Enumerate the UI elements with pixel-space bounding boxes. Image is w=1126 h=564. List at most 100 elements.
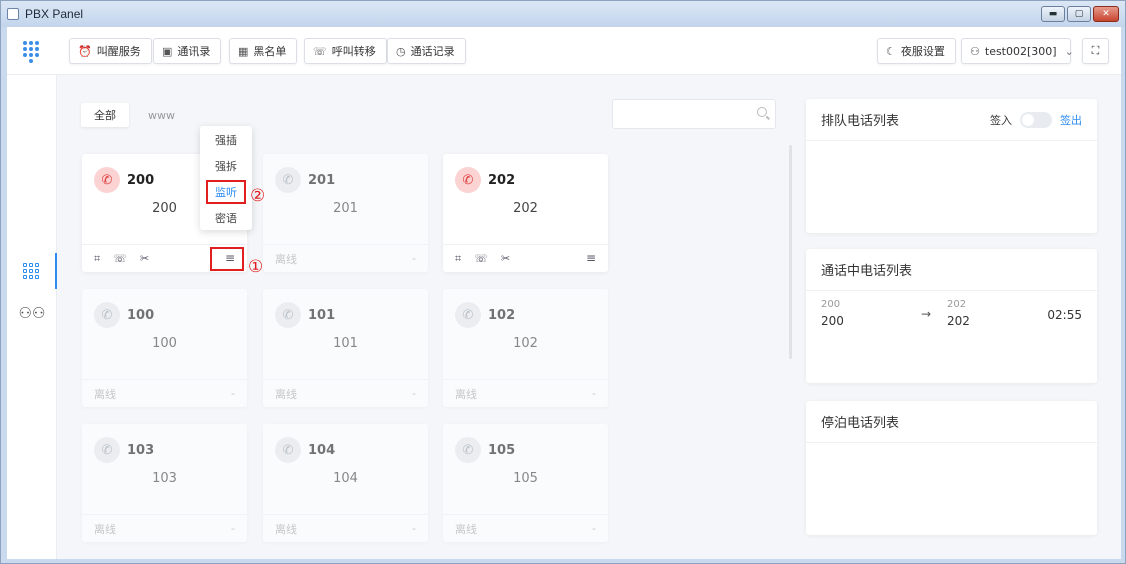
- queue-panel: 排队电话列表 签入 签出: [806, 99, 1097, 233]
- fullscreen-button[interactable]: ⛶: [1082, 38, 1109, 64]
- nav-extensions[interactable]: [7, 253, 57, 289]
- transfer-call-icon[interactable]: ☏: [474, 252, 488, 266]
- active-calls-header: 通话中电话列表: [806, 249, 1097, 291]
- maximize-button[interactable]: ▢: [1067, 6, 1091, 22]
- chevron-down-icon: ⌄: [1064, 44, 1074, 58]
- extension-number: 200: [127, 173, 155, 188]
- extension-card[interactable]: ✆ 105 105 离线 -: [443, 424, 608, 542]
- keypad-icon[interactable]: ⌗: [94, 252, 100, 266]
- extension-card[interactable]: ✆ 202 202 ⌗ ☏ ✂ ≡: [443, 154, 608, 272]
- contacts-icon: ▣: [162, 44, 173, 58]
- call-row[interactable]: 200 200 → 202 202 02:55: [806, 291, 1097, 341]
- hangup-icon[interactable]: ✂: [140, 252, 149, 266]
- phone-idle-icon: ✆: [94, 437, 120, 463]
- user-menu-button[interactable]: ⚇ test002[300] ⌄: [961, 38, 1074, 64]
- wakeup-service-button[interactable]: ⏰ 叫醒服务: [69, 38, 152, 64]
- close-button[interactable]: ✕: [1093, 6, 1119, 22]
- extension-card[interactable]: ✆ 100 100 离线 -: [82, 289, 247, 407]
- tab-www[interactable]: www: [135, 103, 188, 127]
- menu-item-monitor[interactable]: 监听: [206, 180, 246, 204]
- parked-calls-panel: 停泊电话列表: [806, 401, 1097, 535]
- extension-card[interactable]: ✆ 201 201 离线 -: [263, 154, 428, 272]
- card-footer: 离线 -: [443, 514, 608, 542]
- call-history-button[interactable]: ◷ 通话记录: [387, 38, 466, 64]
- night-mode-button[interactable]: ☾ 夜服设置: [877, 38, 956, 64]
- extension-number: 105: [488, 443, 516, 458]
- call-from: 200: [821, 314, 844, 328]
- group-tabs: 全部 www: [81, 103, 188, 127]
- extension-name: 105: [513, 471, 538, 486]
- keypad-icon[interactable]: ⌗: [455, 252, 461, 266]
- extension-card[interactable]: ✆ 103 103 离线 -: [82, 424, 247, 542]
- call-forward-button[interactable]: ☏ 呼叫转移: [304, 38, 387, 64]
- extension-name: 102: [513, 336, 538, 351]
- call-to: 202: [947, 314, 970, 328]
- queue-panel-title: 排队电话列表: [821, 114, 900, 129]
- arrow-right-icon: →: [921, 307, 932, 321]
- title-bar: PBX Panel ▬ ▢ ✕: [1, 1, 1125, 27]
- card-footer: 离线 -: [263, 244, 428, 272]
- signout-link[interactable]: 签出: [1060, 112, 1082, 128]
- card-footer: 离线 -: [263, 379, 428, 407]
- extension-name: 104: [333, 471, 358, 486]
- window-title: PBX Panel: [25, 7, 84, 21]
- status-offline: 离线: [275, 387, 297, 401]
- status-dash: -: [231, 522, 235, 535]
- extension-number: 103: [127, 443, 155, 458]
- fullscreen-icon: ⛶: [1091, 44, 1100, 57]
- signin-toggle[interactable]: [1020, 112, 1052, 128]
- scrollbar[interactable]: [789, 145, 792, 359]
- card-footer: 离线 -: [443, 379, 608, 407]
- minimize-button[interactable]: ▬: [1041, 6, 1065, 22]
- grid-icon: [23, 263, 39, 279]
- users-icon: ⚇⚇: [18, 304, 46, 322]
- transfer-call-icon[interactable]: ☏: [113, 252, 127, 266]
- status-dash: -: [412, 252, 416, 265]
- call-duration: 02:55: [1047, 308, 1082, 322]
- extension-card[interactable]: ✆ 102 102 离线 -: [443, 289, 608, 407]
- extension-name: 101: [333, 336, 358, 351]
- call-to-caption: 202: [947, 299, 967, 310]
- extension-name: 201: [333, 201, 358, 216]
- card-footer: 离线 -: [82, 514, 247, 542]
- blacklist-button[interactable]: ▦ 黑名单: [229, 38, 298, 64]
- menu-icon[interactable]: ≡: [586, 251, 596, 265]
- phone-idle-icon: ✆: [94, 302, 120, 328]
- search-icon[interactable]: [757, 107, 767, 117]
- status-dash: -: [592, 522, 596, 535]
- menu-item-force-hangup[interactable]: 强拆: [200, 154, 252, 178]
- left-nav-rail: ⚇⚇: [7, 75, 57, 559]
- phone-idle-icon: ✆: [275, 302, 301, 328]
- wakeup-service-label: 叫醒服务: [96, 45, 141, 58]
- extension-number: 104: [308, 443, 336, 458]
- phone-idle-icon: ✆: [455, 302, 481, 328]
- phone-idle-icon: ✆: [455, 437, 481, 463]
- extension-name: 100: [152, 336, 177, 351]
- tab-all[interactable]: 全部: [81, 103, 129, 127]
- annotation-two: ②: [250, 186, 266, 206]
- contacts-label: 通讯录: [177, 45, 211, 58]
- blacklist-label: 黑名单: [253, 45, 287, 58]
- phone-idle-icon: ✆: [275, 437, 301, 463]
- nav-users[interactable]: ⚇⚇: [7, 295, 57, 331]
- search-input[interactable]: [612, 99, 776, 129]
- status-offline: 离线: [275, 252, 297, 266]
- contacts-button[interactable]: ▣ 通讯录: [153, 38, 222, 64]
- extension-card[interactable]: ✆ 104 104 离线 -: [263, 424, 428, 542]
- user-label: test002[300]: [984, 44, 1057, 58]
- extension-number: 101: [308, 308, 336, 323]
- call-forward-label: 呼叫转移: [331, 45, 376, 58]
- phone-idle-icon: ✆: [275, 167, 301, 193]
- blacklist-icon: ▦: [238, 44, 249, 58]
- status-dash: -: [412, 522, 416, 535]
- client-area: ⏰ 叫醒服务 ▣ 通讯录 ▦ 黑名单 ☏ 呼叫转移 ◷ 通话记录 ☾ 夜服设置: [7, 27, 1121, 559]
- extension-number: 202: [488, 173, 516, 188]
- status-dash: -: [231, 387, 235, 400]
- signin-label: 签入: [990, 114, 1012, 127]
- parked-calls-header: 停泊电话列表: [806, 401, 1097, 443]
- alarm-clock-icon: ⏰: [78, 44, 92, 58]
- menu-item-whisper[interactable]: 密语: [200, 206, 252, 230]
- menu-item-barge-in[interactable]: 强插: [200, 128, 252, 152]
- hangup-icon[interactable]: ✂: [501, 252, 510, 266]
- extension-card[interactable]: ✆ 101 101 离线 -: [263, 289, 428, 407]
